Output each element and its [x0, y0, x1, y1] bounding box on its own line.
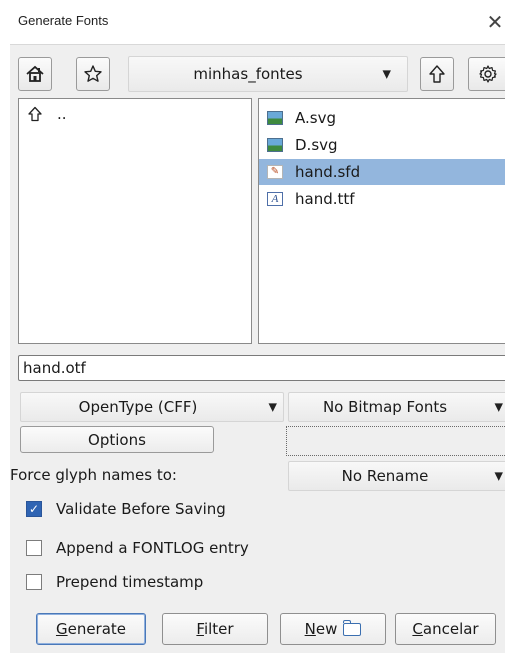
list-item[interactable]: A hand.ttf [259, 186, 505, 212]
bitmap-format-value: No Bitmap Fonts [322, 398, 448, 416]
arrow-up-icon [429, 65, 445, 83]
settings-button[interactable] [468, 57, 505, 91]
bookmark-button[interactable] [76, 57, 110, 91]
validate-checkbox-row[interactable]: ✓ Validate Before Saving [26, 500, 226, 518]
file-name: D.svg [295, 136, 338, 154]
checkbox-label: Prepend timestamp [56, 573, 204, 591]
home-icon [26, 65, 44, 82]
directory-list[interactable]: .. [18, 98, 252, 344]
filter-button[interactable]: Filter [162, 613, 268, 645]
folder-icon [342, 619, 362, 636]
bitmap-sizes-box [286, 426, 505, 456]
glyph-rename-dropdown[interactable]: No Rename ▼ [288, 461, 505, 491]
filename-input[interactable]: hand.otf [18, 355, 505, 381]
arrow-up-icon [28, 106, 42, 122]
list-item[interactable]: .. [27, 105, 67, 123]
options-button[interactable]: Options [20, 426, 214, 453]
checkbox-label: Append a FONTLOG entry [56, 539, 249, 557]
bitmap-format-dropdown[interactable]: No Bitmap Fonts ▼ [288, 392, 505, 422]
fontlog-checkbox-row[interactable]: Append a FONTLOG entry [26, 539, 249, 557]
parent-directory-label: .. [57, 105, 67, 123]
new-label: New [304, 620, 338, 638]
cancel-label: Cancelar [412, 620, 479, 638]
file-name: hand.ttf [295, 190, 355, 208]
cancel-button[interactable]: Cancelar [395, 613, 496, 645]
generate-label: Generate [55, 620, 127, 638]
directory-dropdown[interactable]: minhas_fontes ▼ [128, 56, 408, 92]
home-button[interactable] [18, 57, 52, 91]
generate-fonts-window: Generate Fonts ✕ minhas_fontes ▼ .. A.sv… [0, 0, 505, 653]
sfd-file-icon: ✎ [267, 165, 283, 179]
file-list[interactable]: A.svg D.svg ✎ hand.sfd A hand.ttf [258, 98, 505, 344]
directory-value: minhas_fontes [193, 65, 303, 83]
window-title: Generate Fonts [18, 13, 109, 28]
options-label: Options [88, 430, 146, 449]
list-item[interactable]: D.svg [259, 132, 505, 158]
list-item[interactable]: A.svg [259, 105, 505, 131]
timestamp-checkbox[interactable] [26, 574, 42, 590]
outline-format-dropdown[interactable]: OpenType (CFF) ▼ [20, 392, 284, 422]
fontlog-checkbox[interactable] [26, 540, 42, 556]
file-name: A.svg [295, 109, 336, 127]
font-file-icon: A [267, 192, 283, 206]
outline-format-value: OpenType (CFF) [78, 398, 198, 416]
gear-icon [479, 65, 497, 83]
timestamp-checkbox-row[interactable]: Prepend timestamp [26, 573, 203, 591]
star-icon [84, 65, 102, 82]
file-name: hand.sfd [295, 163, 361, 181]
image-icon [267, 138, 283, 152]
title-bar: Generate Fonts ✕ [10, 0, 505, 45]
new-button[interactable]: New [280, 613, 386, 645]
generate-button[interactable]: Generate [36, 613, 146, 645]
filename-value: hand.otf [23, 359, 86, 377]
close-icon[interactable]: ✕ [485, 10, 505, 34]
chevron-down-icon: ▼ [494, 469, 503, 483]
list-item-selected[interactable]: ✎ hand.sfd [259, 159, 505, 185]
chevron-down-icon: ▼ [494, 400, 503, 414]
up-directory-button[interactable] [420, 57, 454, 91]
glyph-rename-value: No Rename [341, 467, 429, 485]
force-glyph-names-label: Force glyph names to: [10, 466, 177, 484]
validate-checkbox[interactable]: ✓ [26, 501, 42, 517]
filter-label: Filter [196, 620, 234, 638]
checkbox-label: Validate Before Saving [56, 500, 226, 518]
image-icon [267, 111, 283, 125]
generate-fonts-dialog: Generate Fonts ✕ minhas_fontes ▼ .. A.sv… [10, 0, 505, 653]
chevron-down-icon: ▼ [268, 400, 277, 414]
chevron-down-icon: ▼ [382, 67, 391, 81]
